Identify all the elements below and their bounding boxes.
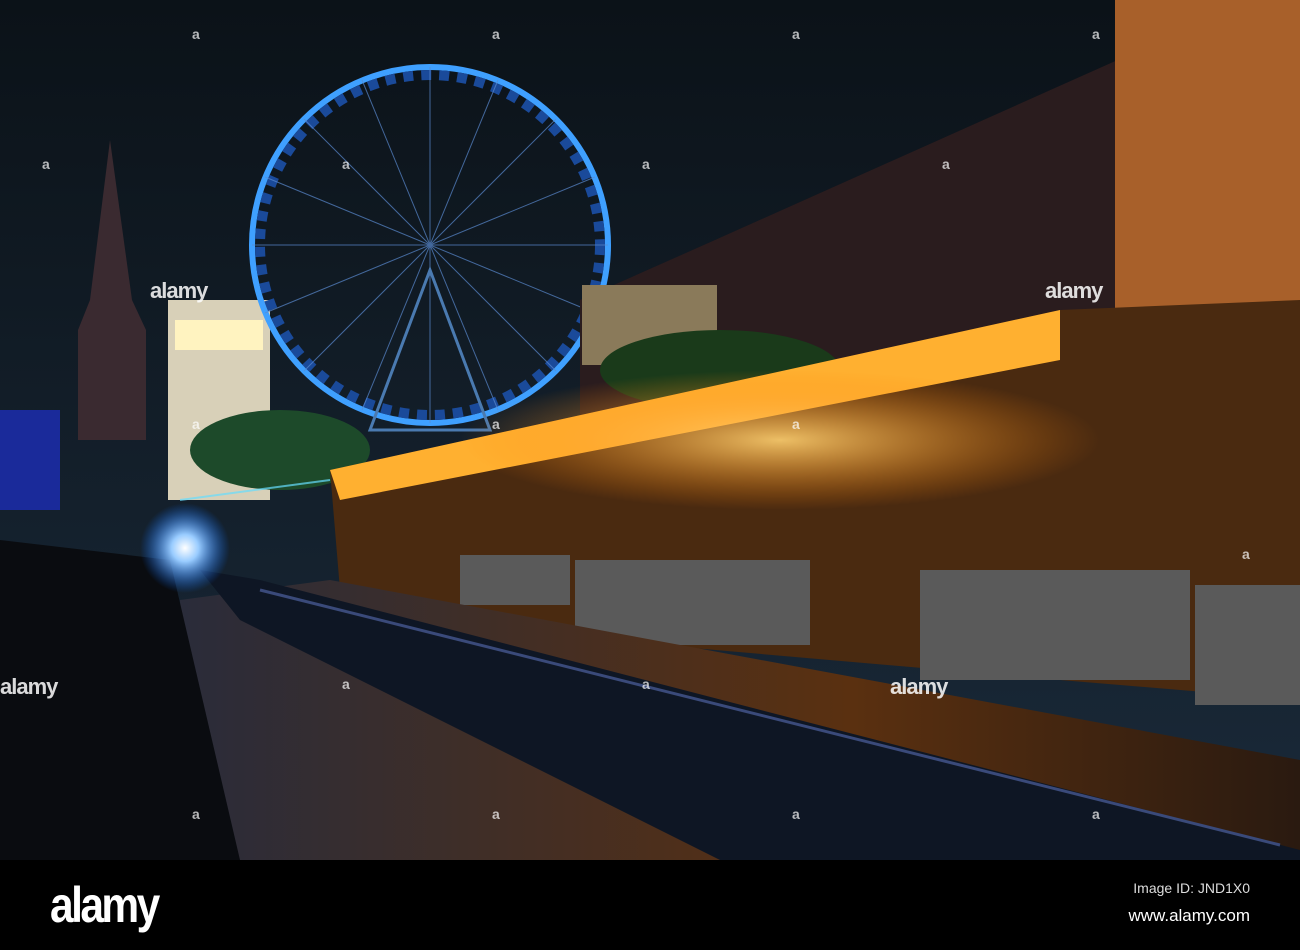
watermark-small: a <box>492 26 500 42</box>
watermark-small: a <box>792 806 800 822</box>
watermark-small: a <box>1092 26 1100 42</box>
watermark-small: a <box>492 416 500 432</box>
watermark-small: a <box>642 156 650 172</box>
watermark-small: a <box>1092 806 1100 822</box>
watermark: alamy <box>150 278 208 303</box>
watermark-small: a <box>1242 546 1250 562</box>
watermark-small: a <box>42 156 50 172</box>
image-id: Image ID: JND1X0 <box>1133 880 1250 896</box>
watermark-small: a <box>942 156 950 172</box>
headlight-flare <box>140 503 230 593</box>
alamy-logo: alamy <box>50 877 160 933</box>
watermark-small: a <box>792 416 800 432</box>
watermark-small: a <box>492 806 500 822</box>
watermark-small: a <box>342 676 350 692</box>
watermark-small: a <box>192 416 200 432</box>
footer-bar: alamy Image ID: JND1X0 www.alamy.com <box>0 860 1300 950</box>
watermark-small: a <box>192 806 200 822</box>
watermark: alamy <box>1045 278 1103 303</box>
watermark-small: a <box>792 26 800 42</box>
website-link[interactable]: www.alamy.com <box>1128 906 1250 926</box>
watermark-small: a <box>192 26 200 42</box>
watermark: alamy <box>890 674 948 699</box>
watermark-small: a <box>342 156 350 172</box>
watermark: alamy <box>0 674 58 699</box>
watermark-small: a <box>642 676 650 692</box>
